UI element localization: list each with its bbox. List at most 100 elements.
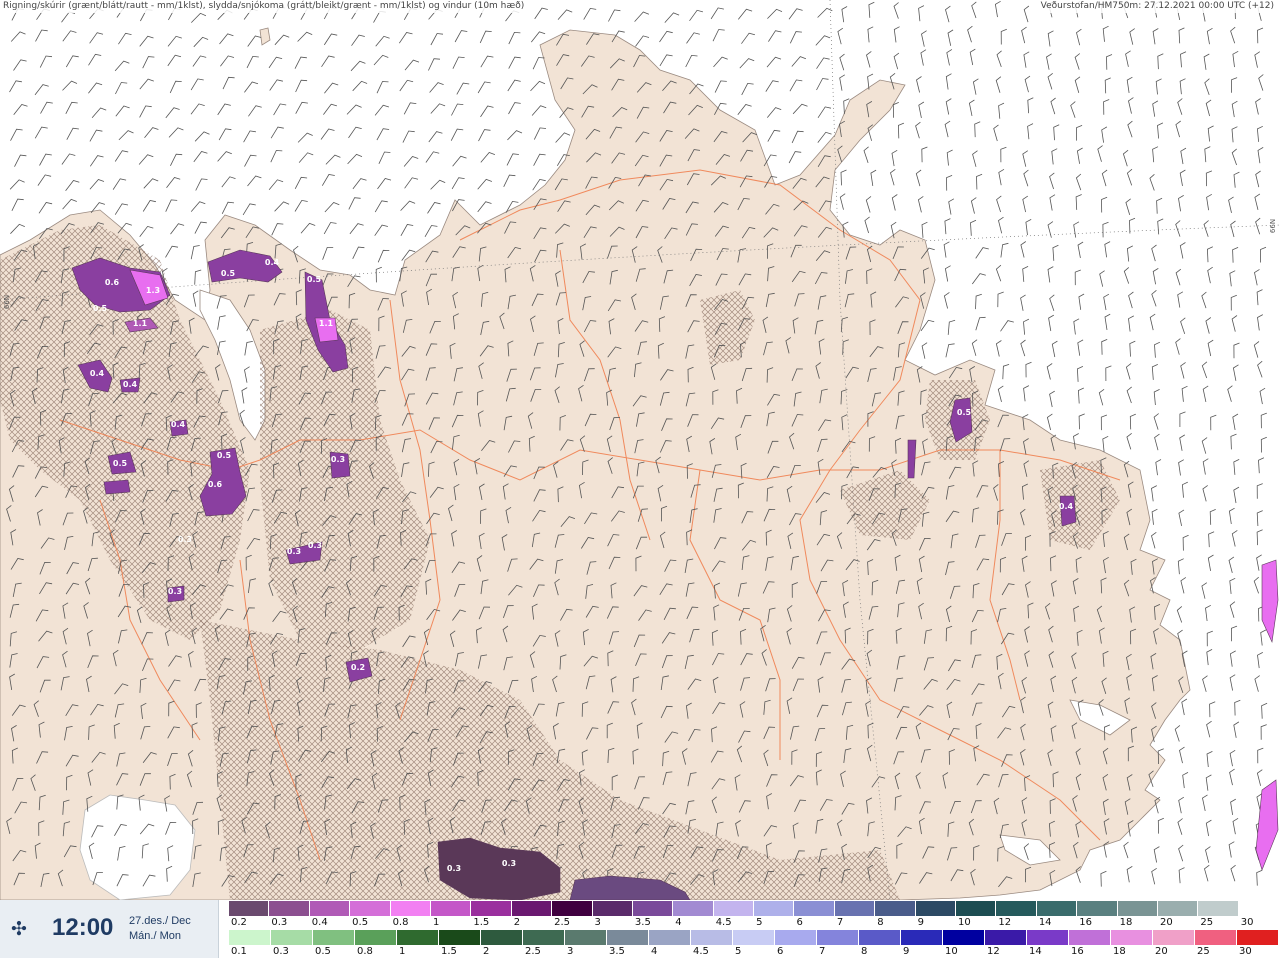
rain-scale-labels: 0.2 0.3 0.4 0.5 0.8 1 1.5 2 2.5 3 3.5 4 4.5 5 6 7 8 9 10 12… <box>229 917 1279 929</box>
latitude-tag-east: 66N <box>1269 218 1278 234</box>
forecast-weekday: Mán./ Mon <box>129 930 181 942</box>
rain-scale-swatch <box>309 901 351 916</box>
precip-value-label: 0.2 <box>351 663 365 672</box>
precip-value-label: 1.3 <box>146 286 160 295</box>
snow-scale-swatch <box>1153 930 1195 945</box>
snow-scale-swatch <box>1027 930 1069 945</box>
snow-scale-swatch <box>649 930 691 945</box>
snow-scale-swatch <box>985 930 1027 945</box>
precip-value-label: 0.3 <box>168 587 182 596</box>
rain-scale-label: 0.5 <box>352 917 369 928</box>
snow-scale-label: 4 <box>651 946 658 957</box>
snow-scale-swatch <box>733 930 775 945</box>
snow-scale-swatch <box>397 930 439 945</box>
snow-scale-labels: 0.1 0.3 0.5 0.8 1 1.5 2 2.5 3 3.5 4 4.5 5 6 7 8 9 10 12 14 1… <box>229 946 1279 958</box>
rain-scale-label: 0.8 <box>392 917 409 928</box>
rain-scale-label: 7 <box>836 917 844 928</box>
snow-scale-swatch <box>523 930 565 945</box>
rain-scale-swatch <box>794 901 835 916</box>
snow-scale-swatch <box>1195 930 1237 945</box>
snow-scale-swatch <box>229 930 271 945</box>
rain-scale-swatch <box>1117 901 1158 916</box>
precip-value-label: 0.6 <box>105 278 120 287</box>
rain-scale-label: 14 <box>1038 917 1052 928</box>
snow-scale-label: 18 <box>1113 946 1126 957</box>
rain-scale-swatch <box>956 901 997 916</box>
time-box: ✣ 12:00 27.des./ Dec Mán./ Mon <box>0 900 219 958</box>
precip-value-label: 0.4 <box>123 380 138 389</box>
snow-scale-label: 30 <box>1239 946 1252 957</box>
snow-scale-label: 2.5 <box>525 946 541 957</box>
map-title: Rigning/skúrir (grænt/blátt/rautt - mm/1… <box>3 0 525 13</box>
rain-scale-label: 5 <box>756 917 763 928</box>
snow-scale-label: 8 <box>861 946 868 957</box>
snow-scale-label: 1 <box>399 946 406 957</box>
rain-scale-swatch <box>471 901 512 916</box>
rain-scale-label: 3 <box>594 917 601 928</box>
snow-scale-label: 9 <box>903 946 910 957</box>
snow-scale-swatch <box>1111 930 1153 945</box>
precip-value-label: 0.3 <box>308 541 322 550</box>
rain-scale-swatch <box>915 901 957 916</box>
forecast-time: 12:00 <box>52 914 114 941</box>
precip-value-label: 0.5 <box>307 275 322 284</box>
precip-value-label: 0.4 <box>1059 502 1074 511</box>
precip-value-label: 0.3 <box>502 859 516 868</box>
snow-scale-label: 0.1 <box>231 946 247 957</box>
rain-scale-label: 20 <box>1159 917 1173 928</box>
footer-legend: ✣ 12:00 27.des./ Dec Mán./ Mon 0.2 0.3 0.4… <box>0 900 1280 958</box>
precip-value-label: 1.1 <box>319 319 334 328</box>
snow-color-scale <box>229 930 1279 945</box>
model-run-info: Veðurstofan/HM750m: 27.12.2021 00:00 UTC… <box>1040 0 1274 13</box>
precip-value-label: 0.4 <box>265 258 280 267</box>
snow-scale-label: 0.3 <box>273 946 289 957</box>
rain-scale-swatch <box>430 901 472 916</box>
snow-scale-label: 12 <box>987 946 1000 957</box>
rain-color-scale <box>229 901 1280 916</box>
rain-scale-swatch <box>875 901 916 916</box>
snow-scale-swatch <box>439 930 481 945</box>
rain-scale-label: 10 <box>958 917 971 928</box>
snow-scale-label: 2 <box>483 946 490 957</box>
rain-scale-swatch <box>552 901 593 916</box>
rain-scale-swatch <box>511 901 553 916</box>
rain-scale-label: 30 <box>1240 917 1254 928</box>
precip-value-label: 0.3 <box>447 864 461 873</box>
forecast-date: 27.des./ Dec <box>129 915 191 927</box>
precip-value-label: 0.3 <box>178 535 192 544</box>
snow-scale-label: 25 <box>1197 946 1210 957</box>
rain-scale-label: 2 <box>513 917 521 928</box>
precip-value-label: 0.5 <box>93 304 108 313</box>
rain-scale-label: 8 <box>877 917 884 928</box>
rain-scale-label: 3.5 <box>634 917 651 928</box>
snow-scale-swatch <box>271 930 313 945</box>
rain-scale-swatch <box>754 901 795 916</box>
snow-scale-label: 0.5 <box>315 946 331 957</box>
precip-value-label: 0.5 <box>221 269 236 278</box>
rain-scale-label: 25 <box>1200 917 1214 928</box>
snow-scale-label: 5 <box>735 946 742 957</box>
rain-scale-label: 16 <box>1079 917 1092 928</box>
rain-scale-swatch <box>592 901 633 916</box>
rain-scale-label: 2.5 <box>554 917 571 928</box>
rain-scale-swatch <box>834 901 876 916</box>
rain-scale-swatch <box>713 901 755 916</box>
snow-scale-swatch <box>943 930 985 945</box>
precip-value-label: 0.5 <box>113 459 128 468</box>
rain-scale-swatch <box>1036 901 1078 916</box>
play-animation-icon[interactable]: ✣ <box>8 918 30 940</box>
rain-scale-swatch <box>1198 901 1239 916</box>
rain-scale-swatch <box>269 901 310 916</box>
rain-scale-swatch <box>350 901 391 916</box>
snow-scale-swatch <box>817 930 859 945</box>
snow-scale-label: 6 <box>777 946 784 957</box>
rain-scale-label: 18 <box>1119 917 1133 928</box>
snow-scale-swatch <box>313 930 355 945</box>
snow-scale-swatch <box>481 930 523 945</box>
rain-scale-swatch <box>229 901 270 916</box>
latitude-tag-west: 66N <box>3 294 12 310</box>
snow-scale-swatch <box>901 930 943 945</box>
rain-scale-swatch <box>996 901 1037 916</box>
snow-scale-label: 1.5 <box>441 946 457 957</box>
rain-scale-label: 0.4 <box>311 917 328 928</box>
